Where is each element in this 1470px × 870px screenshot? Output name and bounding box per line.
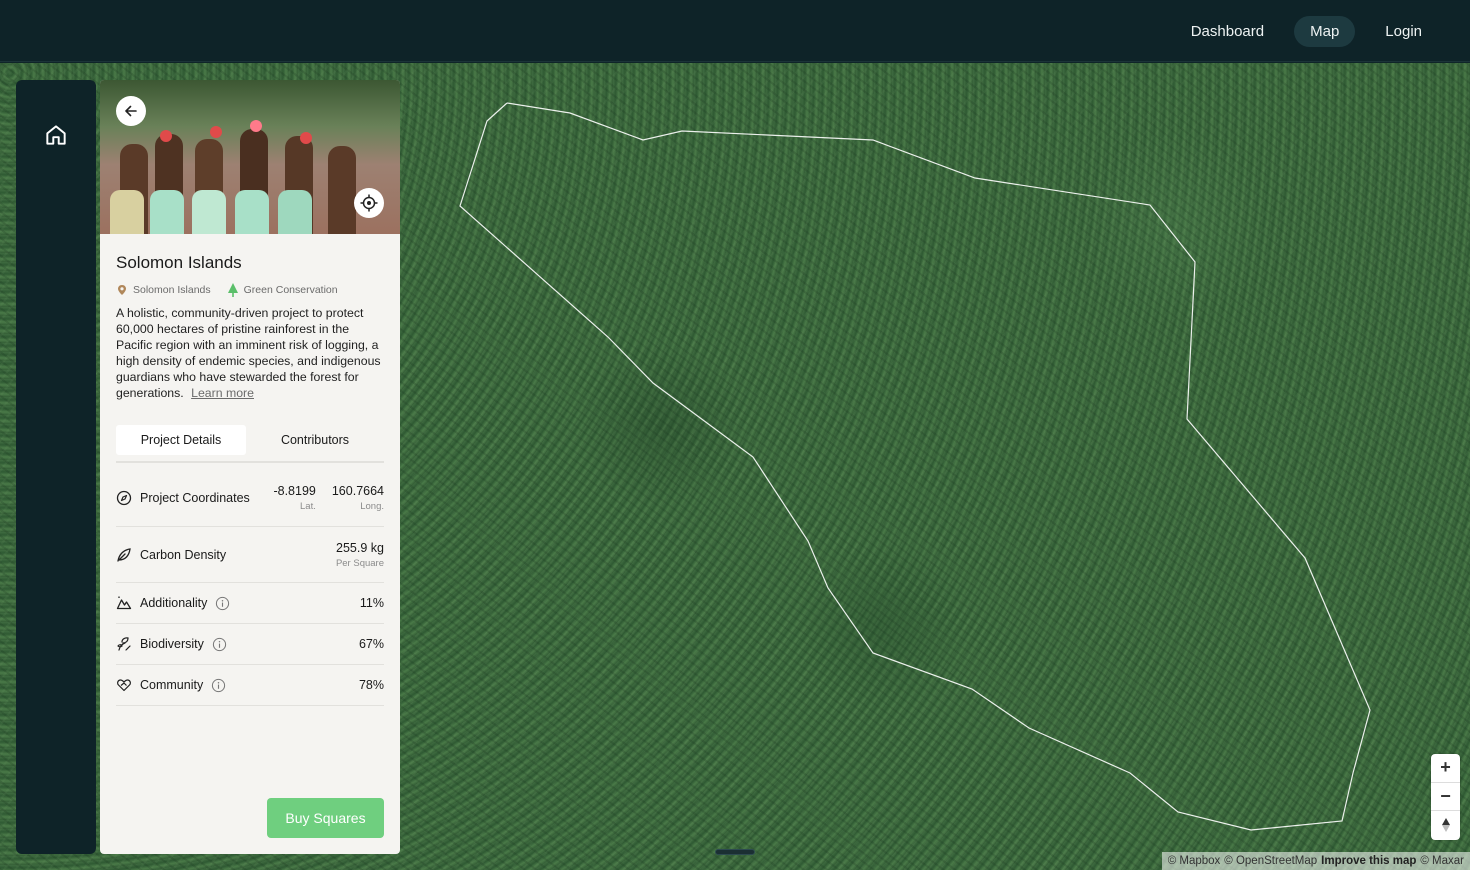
biodiversity-label: Biodiversity <box>140 637 204 651</box>
locate-button[interactable] <box>354 188 384 218</box>
zoom-out-button[interactable]: − <box>1431 783 1460 812</box>
longitude-value: 160.7664 <box>331 483 384 498</box>
location-tag-label: Solomon Islands <box>133 284 211 296</box>
nav-dashboard[interactable]: Dashboard <box>1175 16 1280 47</box>
map-attribution: © Mapbox © OpenStreetMap Improve this ma… <box>1161 852 1470 870</box>
longitude-label: Long. <box>360 500 384 512</box>
row-coordinates: Project Coordinates -8.8199 Lat. 160.766… <box>116 469 384 527</box>
coordinates-label: Project Coordinates <box>140 490 250 505</box>
north-arrow-icon <box>1441 818 1450 833</box>
compass-reset-button[interactable] <box>1431 811 1460 840</box>
plant-icon <box>117 637 131 651</box>
nav-login[interactable]: Login <box>1369 16 1438 47</box>
mountain-icon <box>116 596 132 610</box>
top-bar: Dashboard Map Login <box>0 0 1470 62</box>
carbon-density-value: 255.9 kg <box>336 540 384 555</box>
row-carbon-density: Carbon Density 255.9 kg Per Square <box>116 527 384 583</box>
improve-map-link[interactable]: Improve this map <box>1321 855 1416 867</box>
project-photo <box>100 80 400 234</box>
project-tags: Solomon Islands Green Conservation <box>116 283 384 297</box>
main-nav: Dashboard Map Login <box>1175 16 1438 47</box>
project-details-list: Project Coordinates -8.8199 Lat. 160.766… <box>116 469 384 706</box>
compass-icon <box>116 490 132 505</box>
learn-more-link[interactable]: Learn more <box>191 386 254 400</box>
tab-project-details[interactable]: Project Details <box>116 425 246 455</box>
additionality-label: Additionality <box>140 596 208 610</box>
community-value: 78% <box>358 678 384 692</box>
arrow-left-icon <box>125 105 137 117</box>
project-description: A holistic, community-driven project to … <box>116 305 384 401</box>
category-tag-label: Green Conservation <box>243 284 338 296</box>
project-title: Solomon Islands <box>116 253 242 272</box>
biodiversity-value: 67% <box>358 637 384 651</box>
row-biodiversity: Biodiversity 67% <box>116 624 384 665</box>
detail-tabs: Project Details Contributors <box>116 425 384 463</box>
leaf-icon <box>117 547 131 562</box>
carbon-density-label: Carbon Density <box>140 547 227 562</box>
attribution-maxar[interactable]: © Maxar <box>1420 855 1464 867</box>
heart-hands-icon <box>117 679 131 692</box>
info-icon[interactable] <box>215 596 230 611</box>
info-icon[interactable] <box>212 637 227 652</box>
home-icon[interactable] <box>43 122 69 148</box>
zoom-in-button[interactable]: + <box>1431 754 1460 783</box>
crosshair-icon <box>360 194 378 212</box>
drawer-handle[interactable] <box>715 849 755 855</box>
buy-squares-button[interactable]: Buy Squares <box>267 798 384 838</box>
community-label: Community <box>140 678 204 692</box>
project-panel: Solomon Islands Solomon Islands Green Co… <box>100 80 400 854</box>
row-additionality: Additionality 11% <box>116 583 384 624</box>
row-community: Community 78% <box>116 665 384 706</box>
location-tag: Solomon Islands <box>116 284 211 296</box>
attribution-osm[interactable]: © OpenStreetMap <box>1224 855 1317 867</box>
attribution-mapbox[interactable]: © Mapbox <box>1168 855 1221 867</box>
map-zoom-controls: + − <box>1431 754 1460 840</box>
map-pin-icon <box>118 285 126 295</box>
carbon-density-unit: Per Square <box>335 557 384 569</box>
tree-icon <box>227 283 238 297</box>
tab-contributors[interactable]: Contributors <box>250 425 380 455</box>
sidebar-rail <box>16 80 96 854</box>
back-button[interactable] <box>116 96 146 126</box>
info-icon[interactable] <box>211 678 226 693</box>
latitude-value: -8.8199 <box>273 483 316 498</box>
category-tag: Green Conservation <box>227 283 338 297</box>
latitude-label: Lat. <box>300 500 316 512</box>
nav-map[interactable]: Map <box>1294 16 1356 47</box>
additionality-value: 11% <box>359 596 384 610</box>
